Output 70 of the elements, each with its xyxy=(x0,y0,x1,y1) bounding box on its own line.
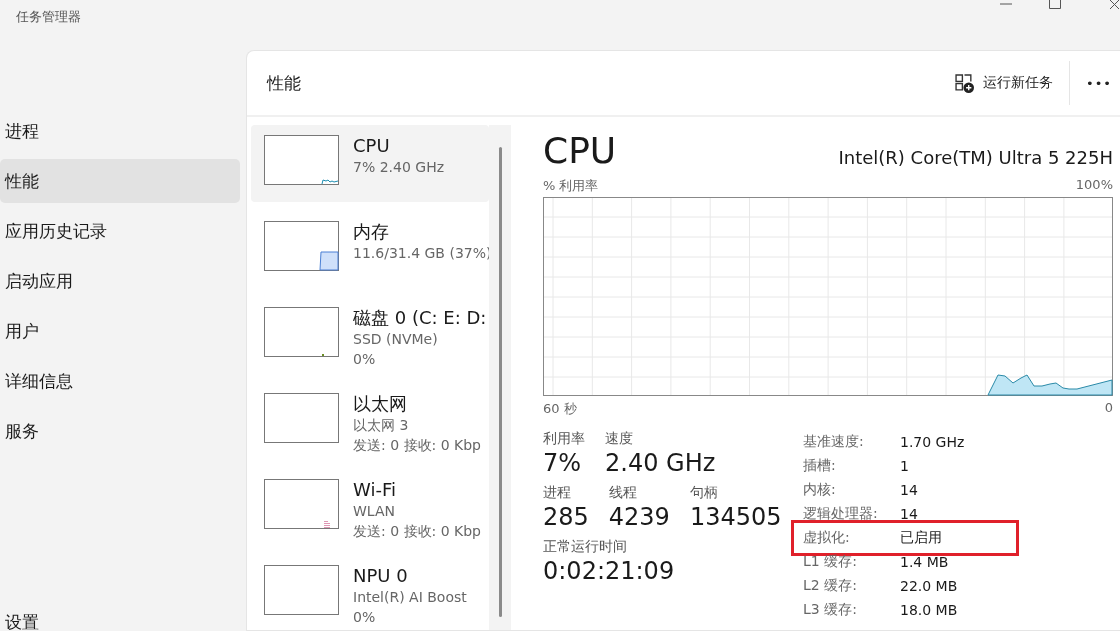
spec-value: 1.4 MB xyxy=(900,554,949,570)
stat-value: 4239 xyxy=(608,502,670,532)
spec-value: 14 xyxy=(900,482,918,498)
spec-value: 22.0 MB xyxy=(900,578,958,594)
nav-item[interactable]: 性能 xyxy=(0,159,240,203)
device-info: WLAN xyxy=(353,502,396,521)
device-info: SSD (NVMe) xyxy=(353,330,439,349)
maximize-icon[interactable] xyxy=(1049,0,1061,9)
nav-item[interactable]: 设置 xyxy=(0,607,246,631)
axis-label: 100% xyxy=(1075,177,1113,194)
close-icon[interactable] xyxy=(1110,0,1120,9)
device-item[interactable]: Wi-Fi WLAN 发送: 0 接收: 0 Kbp xyxy=(251,469,489,546)
stat-value: 7% xyxy=(543,448,583,478)
stat-label: 线程 xyxy=(608,484,638,502)
scrollbar-thumb[interactable] xyxy=(498,147,502,617)
page-title: 性能 xyxy=(267,71,302,95)
cpu-model: Intel(R) Core(TM) Ultra 5 225H xyxy=(838,146,1113,170)
nav-item[interactable]: 详细信息 xyxy=(0,359,240,403)
device-item[interactable]: 磁盘 0 (C: E: D: SSD (NVMe) 0% xyxy=(251,297,489,374)
spec-label: 逻辑处理器: xyxy=(803,505,879,523)
spec-label: 基准速度: xyxy=(803,433,865,451)
device-name: 内存 xyxy=(353,221,390,243)
device-name: Wi-Fi xyxy=(353,479,397,501)
nav-item[interactable]: 启动应用 xyxy=(0,259,240,303)
device-item[interactable]: NPU 0 Intel(R) AI Boost 0% xyxy=(251,555,489,630)
stat-label: 速度 xyxy=(605,430,634,448)
axis-label: 60 秒 xyxy=(543,400,577,418)
spec-label: 虚拟化: xyxy=(803,529,851,547)
device-info: Intel(R) AI Boost xyxy=(353,588,467,607)
spec-label: 插槽: xyxy=(803,457,837,475)
spec-value: 18.0 MB xyxy=(900,602,958,618)
nav-item[interactable]: 服务 xyxy=(0,409,240,453)
stat-value: 0:02:21:09 xyxy=(543,556,675,586)
device-name: 磁盘 0 (C: E: D: xyxy=(353,307,487,329)
spec-label: L2 缓存: xyxy=(803,577,858,595)
spec-label: L1 缓存: xyxy=(803,553,858,571)
device-name: NPU 0 xyxy=(353,565,409,587)
spec-label: 内核: xyxy=(803,481,837,499)
axis-label: % 利用率 xyxy=(543,177,599,195)
spec-value: 1.70 GHz xyxy=(900,434,965,450)
window-title: 任务管理器 xyxy=(16,8,81,26)
window-plus-icon xyxy=(955,73,974,93)
stat-value: 285 xyxy=(543,502,589,532)
spec-label: L3 缓存: xyxy=(803,601,858,619)
stat-label: 正常运行时间 xyxy=(543,538,628,556)
device-item[interactable]: 以太网 以太网 3 发送: 0 接收: 0 Kbp xyxy=(251,383,489,460)
stat-label: 句柄 xyxy=(689,484,719,502)
stat-value: 134505 xyxy=(689,502,782,532)
run-new-task-button[interactable]: 运行新任务 xyxy=(945,67,1063,99)
device-info: 0% xyxy=(353,350,377,369)
more-button[interactable]: ••• xyxy=(1078,69,1120,97)
nav-item[interactable]: 进程 xyxy=(0,109,240,153)
device-item[interactable]: CPU 7% 2.40 GHz xyxy=(251,125,489,202)
axis-label: 0 xyxy=(1104,400,1113,417)
spec-value: 1 xyxy=(900,458,909,474)
nav-item[interactable]: 用户 xyxy=(0,309,240,353)
device-info: 7% 2.40 GHz xyxy=(353,158,444,177)
device-name: CPU xyxy=(353,135,391,157)
device-info: 0% xyxy=(353,608,377,627)
stat-label: 利用率 xyxy=(543,430,585,448)
spec-value: 已启用 xyxy=(900,529,942,547)
stat-label: 进程 xyxy=(543,484,572,502)
device-info: 发送: 0 接收: 0 Kbp xyxy=(353,436,481,455)
spec-value: 14 xyxy=(900,506,918,522)
stat-value: 2.40 GHz xyxy=(605,448,716,478)
device-info: 发送: 0 接收: 0 Kbp xyxy=(353,522,481,541)
nav-item[interactable]: 应用历史记录 xyxy=(0,209,240,253)
cpu-title: CPU xyxy=(543,129,617,173)
device-info: 以太网 3 xyxy=(353,416,410,435)
device-name: 以太网 xyxy=(353,393,408,415)
